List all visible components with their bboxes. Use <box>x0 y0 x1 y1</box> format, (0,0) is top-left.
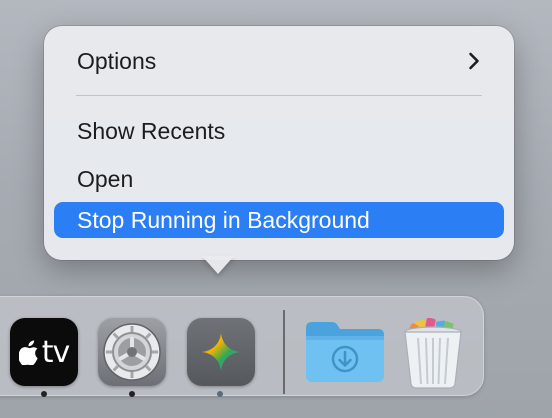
menu-item-open[interactable]: Open <box>54 161 504 197</box>
context-menu: Options Show Recents Open Stop Running i… <box>44 26 514 260</box>
apple-tv-label: tv <box>41 334 71 370</box>
apple-tv-icon: tv <box>18 334 71 370</box>
downloads-folder-icon <box>306 322 384 382</box>
dock-divider <box>283 310 285 394</box>
menu-item-label: Stop Running in Background <box>77 207 370 233</box>
dock-item-downloads[interactable] <box>302 318 388 386</box>
menu-separator <box>76 95 482 96</box>
dock-item-system-settings[interactable] <box>98 318 166 386</box>
menu-item-label: Open <box>77 166 134 192</box>
running-indicator <box>129 391 135 397</box>
menu-pointer <box>202 256 234 274</box>
gear-icon <box>103 323 161 381</box>
chevron-right-icon <box>468 43 480 79</box>
dock-item-trash[interactable] <box>396 317 470 389</box>
menu-item-label: Options <box>77 48 157 74</box>
running-indicator <box>41 391 47 397</box>
dock-item-gemini[interactable] <box>187 318 255 386</box>
menu-item-stop-running-in-background[interactable]: Stop Running in Background <box>54 202 504 238</box>
dock-item-apple-tv[interactable]: tv <box>10 318 78 386</box>
menu-item-show-recents[interactable]: Show Recents <box>54 113 504 149</box>
gemini-sparkle-icon <box>202 333 240 371</box>
trash-icon <box>404 317 462 389</box>
menu-item-label: Show Recents <box>77 118 226 144</box>
menu-item-options[interactable]: Options <box>54 43 504 79</box>
running-indicator <box>217 391 223 397</box>
